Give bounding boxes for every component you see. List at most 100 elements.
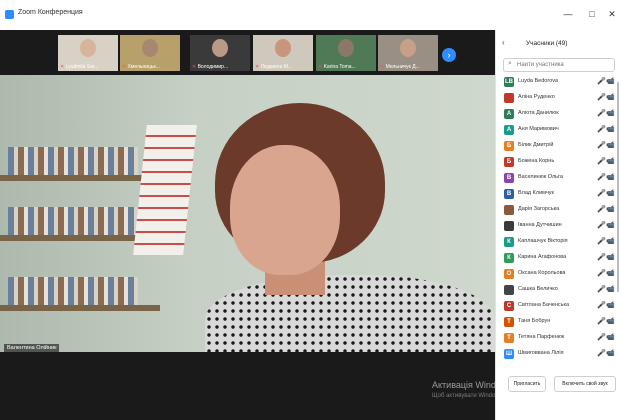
participant-avatar: С xyxy=(504,301,514,311)
minimize-button[interactable]: — xyxy=(560,6,576,22)
mic-muted-icon: 🎤 xyxy=(597,78,606,85)
participant-thumbnail[interactable]: ✕ Karina Toma... xyxy=(316,35,376,71)
participant-row[interactable]: В Васелинюк Ольга 🎤 📹 xyxy=(496,170,620,186)
participant-thumbnail[interactable]: ✕ Lyudmila Sar... xyxy=(58,35,118,71)
mic-muted-icon: 🎤 xyxy=(597,174,606,181)
participant-name: Аліна Руденко xyxy=(518,94,555,100)
participant-name: Дарія Загорська xyxy=(518,206,560,212)
participant-name: Світлана Баченська xyxy=(518,302,570,308)
thumbnail-name: ✕ Lyudmila Sar... xyxy=(60,64,99,70)
window-title: Zoom Конференция xyxy=(18,9,83,16)
participant-search[interactable]: ⌕ xyxy=(503,58,615,72)
participant-avatar xyxy=(504,285,514,295)
participant-row[interactable]: К Каплашчук Вікторія 🎤 📹 xyxy=(496,234,620,250)
close-button[interactable]: ✕ xyxy=(604,6,620,22)
participant-name: Божена Корнь xyxy=(518,158,555,164)
participant-row[interactable]: А Аліота Данилюк 🎤 📹 xyxy=(496,106,620,122)
participant-avatar: Б xyxy=(504,141,514,151)
participant-name: Іванна Дутчишин xyxy=(518,222,562,228)
participant-row[interactable]: С Світлана Баченська 🎤 📹 xyxy=(496,298,620,314)
maximize-button[interactable]: □ xyxy=(584,6,600,22)
title-bar: Zoom Конференция — □ ✕ xyxy=(0,0,620,31)
thumbnail-name: ✕ Karina Toma... xyxy=(318,64,356,70)
shelf xyxy=(0,305,160,311)
participant-row[interactable]: Т Тетяна Парфенюк 🎤 📹 xyxy=(496,330,620,346)
participant-row[interactable]: Ш Шмиговвана Лілія 🎤 📹 xyxy=(496,346,620,362)
video-off-icon: 📹 xyxy=(606,126,615,133)
participant-thumbnail[interactable]: ✕ Володимир... xyxy=(190,35,250,71)
video-off-icon: 📹 xyxy=(606,158,615,165)
mic-muted-icon: 🎤 xyxy=(597,94,606,101)
participant-avatar: LB xyxy=(504,77,514,87)
participant-avatar xyxy=(504,221,514,231)
participant-row[interactable]: К Карина Агафонова 🎤 📹 xyxy=(496,250,620,266)
participant-name: Оксана Корольова xyxy=(518,270,566,276)
unmute-self-button[interactable]: Включить свой звук xyxy=(554,376,616,392)
participant-avatar: А xyxy=(504,125,514,135)
participant-avatar: Ш xyxy=(504,349,514,359)
search-input[interactable] xyxy=(517,59,611,71)
participant-name: Аня Маримович xyxy=(518,126,559,132)
video-off-icon: 📹 xyxy=(606,254,615,261)
participant-avatar: К xyxy=(504,253,514,263)
invite-button[interactable]: Пригласить xyxy=(508,376,546,392)
participant-row[interactable]: Б Божена Корнь 🎤 📹 xyxy=(496,154,620,170)
video-off-icon: 📹 xyxy=(606,142,615,149)
participant-thumbnail[interactable]: ✕ Хмельницьк... xyxy=(120,35,180,71)
mic-muted-icon: 🎤 xyxy=(597,318,606,325)
participant-row[interactable]: Аліна Руденко 🎤 📹 xyxy=(496,90,620,106)
participant-name: Таня Бобрун xyxy=(518,318,551,324)
participants-panel: ‹ Учасники (49) ⌕ LBLuyda Bedorova🎤📹Алін… xyxy=(495,30,620,420)
mic-muted-icon: 🎤 xyxy=(597,142,606,149)
participant-name: Шмиговвана Лілія xyxy=(518,350,564,356)
participant-row[interactable]: Б Білик Дмитрій 🎤 📹 xyxy=(496,138,620,154)
mic-muted-icon: 🎤 xyxy=(597,206,606,213)
speaker-face xyxy=(230,145,340,275)
video-off-icon: 📹 xyxy=(606,78,615,85)
participant-row[interactable]: Сашка Величко 🎤 📹 xyxy=(496,282,620,298)
next-page-arrow-icon[interactable]: › xyxy=(442,48,456,62)
panel-scrollbar[interactable] xyxy=(617,82,619,292)
participant-avatar xyxy=(504,93,514,103)
video-off-icon: 📹 xyxy=(606,286,615,293)
participant-name: Каплашчук Вікторія xyxy=(518,238,568,244)
participant-name: Тетяна Парфенюк xyxy=(518,334,565,340)
participant-row[interactable]: О Оксана Корольова 🎤 📹 xyxy=(496,266,620,282)
bottom-bar xyxy=(0,352,495,420)
collapse-panel-icon[interactable]: ‹ xyxy=(502,38,505,47)
participant-name: Васелинюк Ольга xyxy=(518,174,563,180)
video-off-icon: 📹 xyxy=(606,238,615,245)
mic-muted-icon: 🎤 xyxy=(597,334,606,341)
zoom-logo-icon xyxy=(5,10,14,19)
participant-row[interactable]: Іванна Дутчишин 🎤 📹 xyxy=(496,218,620,234)
thumbnail-name: ✕ Людмила М... xyxy=(255,64,293,70)
mic-muted-icon: 🎤 xyxy=(597,190,606,197)
thumbnail-name: ✕ Хмельницьк... xyxy=(122,64,160,70)
mic-muted-icon: 🎤 xyxy=(597,238,606,245)
video-area: ✕ Lyudmila Sar... ✕ Хмельницьк... ✕ Воло… xyxy=(0,30,495,420)
thumbnail-strip: ✕ Lyudmila Sar... ✕ Хмельницьк... ✕ Воло… xyxy=(0,30,495,75)
mic-muted-icon: 🎤 xyxy=(597,270,606,277)
thumbnail-name: ✕ Мельничук Д... xyxy=(380,64,420,70)
mic-muted-icon: 🎤 xyxy=(597,158,606,165)
participant-name: Аліота Данилюк xyxy=(518,110,559,116)
participant-name: Luyda Bedorova xyxy=(518,78,559,84)
participant-thumbnail[interactable]: ✕ Людмила М... xyxy=(253,35,313,71)
participant-name: Білик Дмитрій xyxy=(518,142,554,148)
active-speaker-video xyxy=(0,75,495,352)
panel-title: Учасники (49) xyxy=(526,40,568,47)
video-off-icon: 📹 xyxy=(606,318,615,325)
panel-header: ‹ Учасники (49) xyxy=(496,30,620,54)
video-off-icon: 📹 xyxy=(606,334,615,341)
participant-row[interactable]: А Аня Маримович 🎤 📹 xyxy=(496,122,620,138)
participant-row[interactable]: В Влад Климчук 🎤 📹 xyxy=(496,186,620,202)
mic-muted-icon: 🎤 xyxy=(597,222,606,229)
bookshelf-books xyxy=(8,277,138,305)
participant-row[interactable]: LB Luyda Bedorova 🎤 📹 xyxy=(496,74,620,90)
participant-row[interactable]: Т Таня Бобрун 🎤 📹 xyxy=(496,314,620,330)
participant-avatar: В xyxy=(504,173,514,183)
participant-row[interactable]: Дарія Загорська 🎤 📹 xyxy=(496,202,620,218)
participant-avatar: А xyxy=(504,109,514,119)
participant-thumbnail[interactable]: ✕ Мельничук Д... xyxy=(378,35,438,71)
video-off-icon: 📹 xyxy=(606,270,615,277)
